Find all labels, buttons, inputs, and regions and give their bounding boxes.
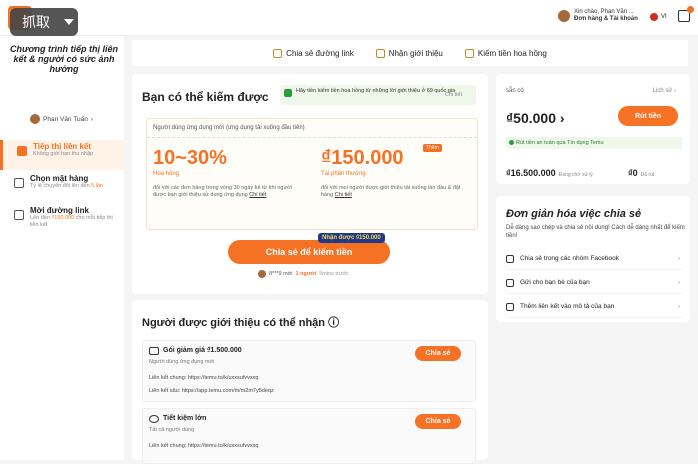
coupon-icon <box>149 347 159 355</box>
commission-value: 10~30% <box>153 147 227 169</box>
withdraw-button[interactable]: Rút tiền <box>618 106 678 126</box>
add-link-row[interactable]: Thêm liên kết vào mô tả của bạn › <box>506 296 682 318</box>
referral-card: Người được giới thiệu có thể nhận ⓘ Gói … <box>132 300 488 464</box>
simplify-card: Đơn giản hóa việc chia sẻ Dễ dàng sao ch… <box>496 196 690 322</box>
earn-title: Bạn có thể kiếm được <box>142 90 269 104</box>
account-label: Đơn hàng & Tài khoản <box>574 16 638 22</box>
coin-icon <box>464 48 474 58</box>
program-title: Chương trình tiếp thị liên kết & người c… <box>10 44 118 74</box>
withdrawn-amount: ₫0 Đã rút <box>628 168 655 178</box>
tab-earn-commission[interactable]: Kiếm tiền hoa hồng <box>464 48 547 58</box>
referral-title: Người được giới thiệu có thể nhận ⓘ <box>142 317 340 329</box>
sidebar: Chương trình tiếp thị liên kết & người c… <box>0 36 124 460</box>
share-to-earn-button[interactable]: Chia sẻ để kiếm tiền <box>228 240 390 264</box>
box-heading: Người dùng ứng dụng mới (ứng dụng tải xu… <box>153 125 305 131</box>
language-label: VI <box>661 14 667 20</box>
sidebar-item-label: Tiếp thị liên kết <box>33 142 92 151</box>
user-name: Phan Văn Tuấn <box>43 115 88 123</box>
message-icon <box>506 278 514 287</box>
share-button[interactable]: Chia sẻ <box>415 414 461 429</box>
chevron-down-icon <box>64 19 74 25</box>
deep-link[interactable]: Liên kết sâu: https://app.temu.com/m/m2m… <box>149 388 274 394</box>
reward-note[interactable]: Hãy tiền kiếm tiền hoa hồng từ những lời… <box>280 85 476 105</box>
safe-withdraw-note[interactable]: Rút tiền an toàn qua Tín dụng Temu <box>506 137 682 149</box>
discount-icon <box>149 415 159 423</box>
avatar <box>30 114 40 124</box>
capture-dropdown[interactable]: 抓取 <box>10 8 78 36</box>
link-icon <box>273 48 283 58</box>
greeting-text: Xin chào, Phan Văn ... <box>574 9 634 15</box>
referral-offer: Gói giảm giá ₫1.500.000 Người dùng ứng d… <box>142 340 476 402</box>
simplify-title: Đơn giản hóa việc chia sẻ <box>506 208 642 220</box>
referral-offer: Tiết kiệm lớn Tất cả người dùng Liên kết… <box>142 408 476 464</box>
chevron-right-icon: › <box>677 255 680 262</box>
account-menu[interactable]: Xin chào, Phan Văn ... Đơn hàng & Tài kho… <box>558 9 638 23</box>
cart-icon[interactable] <box>678 6 694 22</box>
capture-label: 抓取 <box>22 14 50 30</box>
avatar <box>258 270 266 278</box>
earn-box: Người dùng ứng dụng mới (ứng dụng tải xu… <box>146 118 478 230</box>
history-link[interactable]: Lịch sử › <box>653 88 676 94</box>
chevron-right-icon: › <box>677 303 680 310</box>
share-button[interactable]: Chia sẻ <box>415 346 461 361</box>
info-icon[interactable]: ⓘ <box>328 317 339 329</box>
sidebar-item-sub: Không giới hạn thu nhập <box>33 151 94 157</box>
earn-card: Bạn có thể kiếm được Hãy tiền kiếm tiền … <box>132 74 488 294</box>
more-badge: Thêm <box>423 144 442 152</box>
users-icon <box>375 48 385 58</box>
send-friends-row[interactable]: Gửi cho bạn bè của bạn › <box>506 272 682 294</box>
product-icon <box>14 178 24 188</box>
reward-col: ₫150.000 Thêm Tài phần thưởng đối với mọ… <box>321 144 481 199</box>
details-link[interactable]: Chi tiết <box>249 192 266 198</box>
commission-col: 10~30% Hoa hồng đối với các đơn hàng tro… <box>153 147 313 199</box>
activity-ticker: 8***9 mời 1 người 5mins trước <box>258 270 349 278</box>
commission-label: Hoa hồng <box>153 171 180 177</box>
general-link[interactable]: Liên kết chung: https://temu.to/k/uxxsuf… <box>149 375 258 381</box>
user-icon <box>14 210 24 220</box>
top-bar: Xin chào, Phan Văn ... Đơn hàng & Tài kho… <box>0 0 698 36</box>
sidebar-user[interactable]: Phan Văn Tuấn › <box>30 114 93 124</box>
sidebar-item-invite-link[interactable]: Mời đường link Lên đến ₫150.000 cho mỗi … <box>0 204 124 234</box>
simplify-desc: Dễ dàng sao chép và chia sẻ nội dung! Cá… <box>506 225 685 239</box>
sidebar-item-label: Mời đường link <box>30 206 89 215</box>
available-amount: ₫50.000 › <box>506 110 565 126</box>
balance-card: sẵn có Lịch sử › ₫50.000 › Rút tiền Rút … <box>496 74 690 184</box>
available-label: sẵn có <box>506 88 524 94</box>
reward-value: ₫150.000 <box>321 147 404 169</box>
details-link[interactable]: Chi tiết <box>335 192 352 198</box>
facebook-icon <box>506 254 514 263</box>
sidebar-item-choose-products[interactable]: Chọn mặt hàng Tỷ lệ chuyển đổi lên đến 5… <box>0 172 124 202</box>
chevron-right-icon: › <box>677 279 680 286</box>
avatar <box>558 10 570 22</box>
tab-share-link[interactable]: Chia sẻ đường link <box>273 48 354 58</box>
tab-get-referral[interactable]: Nhận giới thiệu <box>375 48 443 58</box>
sidebar-item-affiliate[interactable]: Tiếp thị liên kết Không giới hạn thu nhậ… <box>0 140 124 170</box>
link-icon <box>506 302 514 311</box>
general-link[interactable]: Liên kết chung: https://temu.to/k/uxxsuf… <box>149 443 258 449</box>
language-selector[interactable]: VI <box>650 13 667 21</box>
sidebar-item-label: Chọn mặt hàng <box>30 174 89 183</box>
steps-bar: Chia sẻ đường link Nhận giới thiệu Kiếm … <box>132 40 688 66</box>
share-facebook-row[interactable]: Chia sẻ trong các nhóm Facebook › <box>506 248 682 270</box>
pending-amount: ₫16.500.000 Đang chờ xử lý <box>506 168 593 178</box>
vietnam-flag-icon <box>650 13 658 21</box>
reward-label: Tài phần thưởng <box>321 171 366 177</box>
affiliate-icon <box>17 146 27 156</box>
reward-pill: Nhận được ₫150.000 <box>318 233 385 243</box>
